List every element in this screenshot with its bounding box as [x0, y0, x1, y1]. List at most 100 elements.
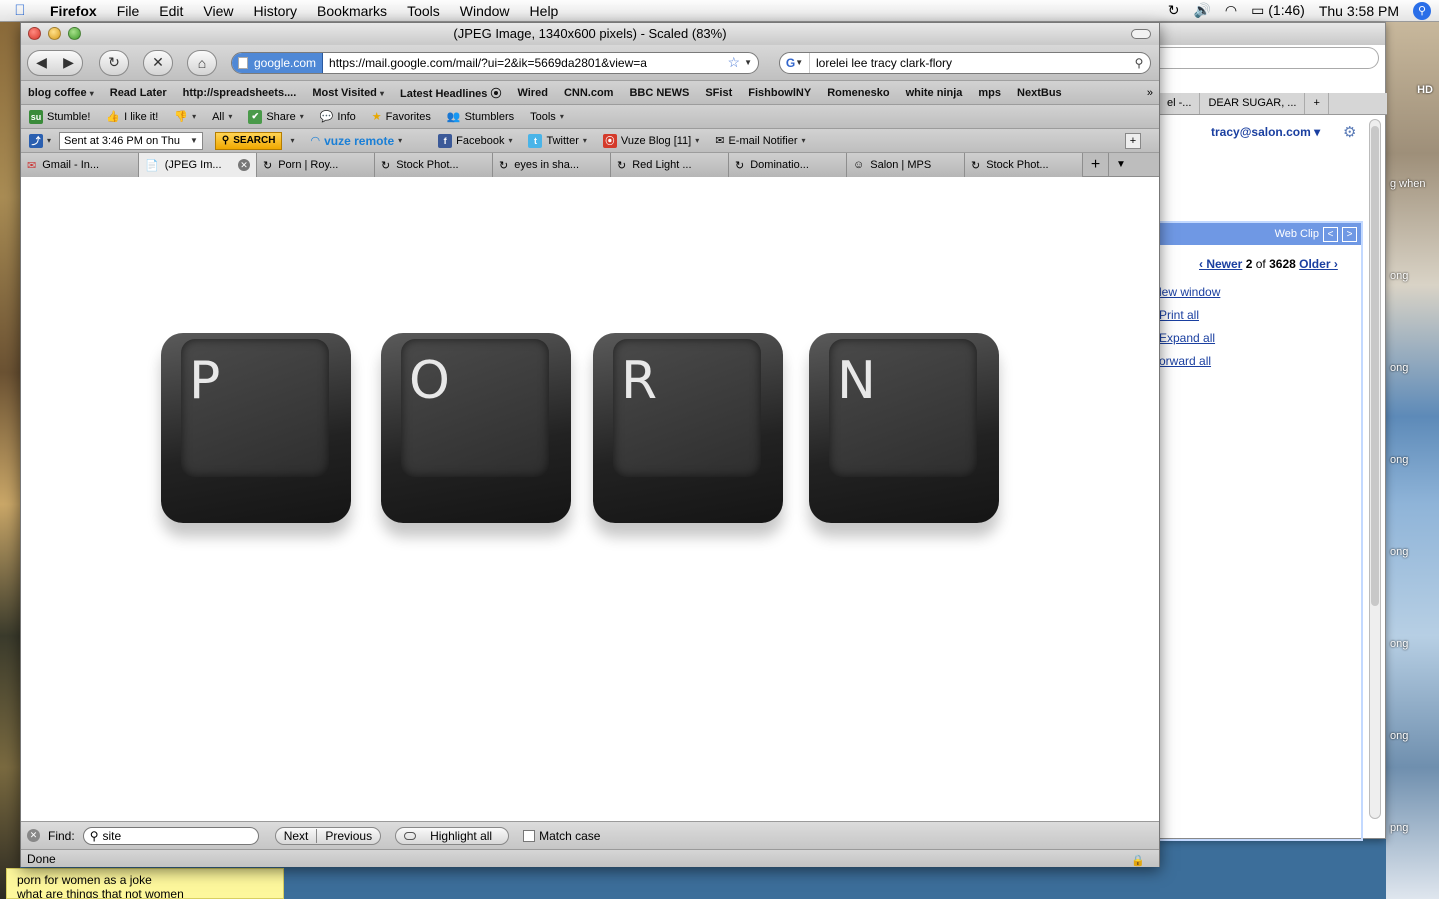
tab-porn-roy[interactable]: ↻ Porn | Roy... [257, 153, 375, 177]
stumble-tools-menu[interactable]: Tools ▾ [522, 111, 572, 123]
vuze-blog-button[interactable]: ⦿ Vuze Blog [11] ▾ [595, 133, 707, 148]
favorites-button[interactable]: ★ Favorites [364, 110, 439, 124]
url-input[interactable]: https://mail.google.com/mail/?ui=2&ik=56… [323, 56, 723, 70]
sync-icon[interactable]: ↻ [1168, 2, 1180, 19]
battery-icon[interactable]: ▭ (1:46) [1251, 2, 1305, 19]
bookmark-bbc-news[interactable]: BBC NEWS [622, 87, 698, 99]
menu-tools[interactable]: Tools [397, 3, 450, 19]
bookmark-cnn[interactable]: CNN.com [557, 87, 623, 99]
background-tab[interactable]: el -... [1159, 93, 1201, 114]
back-icon[interactable]: ◀ [28, 54, 55, 71]
hd-label[interactable]: HD [1417, 84, 1433, 96]
search-icon[interactable]: ⚲ [1128, 56, 1150, 70]
search-input[interactable]: lorelei lee tracy clark-flory [810, 56, 1128, 70]
new-tab-button[interactable]: + [1083, 153, 1109, 176]
search-options-dropdown[interactable]: ▾ [282, 136, 302, 145]
forward-all-link[interactable]: orward all [1159, 354, 1211, 368]
menu-view[interactable]: View [193, 3, 243, 19]
facebook-button[interactable]: f Facebook ▾ [430, 133, 520, 148]
stumblers-button[interactable]: 👥 Stumblers [439, 110, 522, 124]
home-button[interactable]: ⌂ [187, 49, 217, 76]
close-tab-icon[interactable]: ✕ [238, 159, 250, 171]
tab-list-button[interactable]: ▼ [1109, 153, 1133, 176]
background-scrollbar[interactable] [1369, 119, 1381, 819]
zoom-window-button[interactable] [68, 27, 81, 40]
background-new-tab-button[interactable]: + [1305, 93, 1329, 114]
desktop-file-label[interactable]: ong [1390, 270, 1408, 282]
url-bar[interactable]: google.com https://mail.google.com/mail/… [231, 51, 759, 74]
thumbs-down-button[interactable]: 👎 ▾ [166, 110, 204, 123]
bookmarks-overflow-icon[interactable]: » [1147, 87, 1159, 99]
stop-button[interactable]: ✕ [143, 49, 173, 76]
share-button[interactable]: ✔ Share ▾ [240, 109, 311, 124]
menu-app-firefox[interactable]: Firefox [40, 3, 107, 19]
menu-file[interactable]: File [107, 3, 150, 19]
stumble-button[interactable]: su Stumble! [21, 109, 98, 124]
bookmark-fishbowlny[interactable]: FishbowlNY [741, 87, 820, 99]
expand-all-link[interactable]: Expand all [1159, 331, 1215, 345]
gmail-account-menu[interactable]: tracy@salon.com ▾ [1211, 125, 1320, 139]
site-identity-button[interactable]: google.com [232, 52, 324, 73]
background-browser-window[interactable]: el -... DEAR SUGAR, ... + tracy@salon.co… [1158, 22, 1387, 841]
desktop-file-label[interactable]: ong [1390, 730, 1408, 742]
clock[interactable]: Thu 3:58 PM [1319, 3, 1399, 19]
desktop-file-label[interactable]: ong [1390, 362, 1408, 374]
desktop-file-label[interactable]: ong [1390, 638, 1408, 650]
print-all-link[interactable]: Print all [1159, 308, 1199, 322]
new-window-link[interactable]: lew window [1159, 285, 1220, 299]
match-case-checkbox[interactable]: Match case [523, 829, 600, 843]
lock-icon[interactable]: 🔒 [1131, 852, 1145, 870]
info-button[interactable]: 💬 Info [312, 110, 364, 124]
web-clip-prev-button[interactable]: < [1323, 226, 1338, 242]
tab-gmail[interactable]: ✉ Gmail - In... [21, 153, 139, 177]
bookmark-wired[interactable]: Wired [510, 87, 556, 99]
checkbox-icon[interactable] [523, 830, 536, 843]
menu-help[interactable]: Help [520, 3, 569, 19]
window-titlebar[interactable]: (JPEG Image, 1340x600 pixels) - Scaled (… [21, 23, 1159, 45]
gear-icon[interactable]: ⚙ [1343, 123, 1356, 141]
google-engine-icon[interactable]: G ▼ [780, 52, 810, 73]
find-input[interactable]: ⚲ site [82, 826, 259, 845]
tab-jpeg-image[interactable]: 📄 (JPEG Im... ✕ [139, 153, 257, 177]
add-toolbar-item-icon[interactable]: + [1125, 132, 1141, 149]
all-dropdown[interactable]: All ▾ [204, 111, 240, 123]
image-viewer[interactable]: P O R N [21, 183, 1159, 821]
close-window-button[interactable] [28, 27, 41, 40]
menu-window[interactable]: Window [450, 3, 520, 19]
tab-stock-photo-1[interactable]: ↻ Stock Phot... [375, 153, 493, 177]
bookmark-read-later[interactable]: Read Later [103, 87, 176, 99]
tab-eyes-in-shadow[interactable]: ↻ eyes in sha... [493, 153, 611, 177]
find-previous-button[interactable]: Previous [316, 828, 380, 843]
desktop-file-label[interactable]: png [1390, 822, 1408, 834]
toolbar-logo-button[interactable]: ⤴ ▾ [21, 133, 59, 148]
i-like-it-button[interactable]: 👍 I like it! [98, 110, 166, 124]
highlight-all-button[interactable]: Highlight all [395, 826, 510, 845]
minimize-window-button[interactable] [48, 27, 61, 40]
older-link[interactable]: Older › [1299, 257, 1338, 271]
bookmark-mps[interactable]: mps [971, 87, 1010, 99]
tab-red-light[interactable]: ↻ Red Light ... [611, 153, 729, 177]
bookmark-white-ninja[interactable]: white ninja [899, 87, 972, 99]
sticky-note[interactable]: porn for women as a joke what are things… [6, 868, 284, 899]
search-bar[interactable]: G ▼ lorelei lee tracy clark-flory ⚲ [779, 51, 1151, 74]
menu-history[interactable]: History [243, 3, 307, 19]
sent-dropdown[interactable]: Sent at 3:46 PM on Thu ▼ [59, 131, 203, 150]
bookmark-most-visited[interactable]: Most Visited ▾ [305, 87, 393, 99]
tab-salon-mps[interactable]: ☺ Salon | MPS [847, 153, 965, 177]
forward-icon[interactable]: ▶ [55, 54, 82, 71]
background-tab[interactable]: DEAR SUGAR, ... [1200, 93, 1306, 114]
bookmark-nextbus[interactable]: NextBus [1010, 87, 1071, 99]
bookmark-star-icon[interactable]: ☆ [724, 54, 745, 71]
email-notifier-button[interactable]: ✉ E-mail Notifier ▾ [707, 134, 813, 148]
newer-link[interactable]: ‹ Newer [1199, 257, 1242, 271]
toolbar-toggle-button[interactable] [1131, 29, 1151, 39]
url-history-dropdown-icon[interactable]: ▼ [744, 58, 758, 67]
bookmark-romenesko[interactable]: Romenesko [820, 87, 898, 99]
volume-icon[interactable]: 🔊 [1193, 2, 1210, 19]
reload-button[interactable]: ↻ [99, 49, 129, 76]
desktop-file-label[interactable]: ong [1390, 546, 1408, 558]
web-clip-next-button[interactable]: > [1342, 226, 1357, 242]
find-next-button[interactable]: Next [276, 829, 317, 843]
tab-domination[interactable]: ↻ Dominatio... [729, 153, 847, 177]
menu-edit[interactable]: Edit [149, 3, 193, 19]
